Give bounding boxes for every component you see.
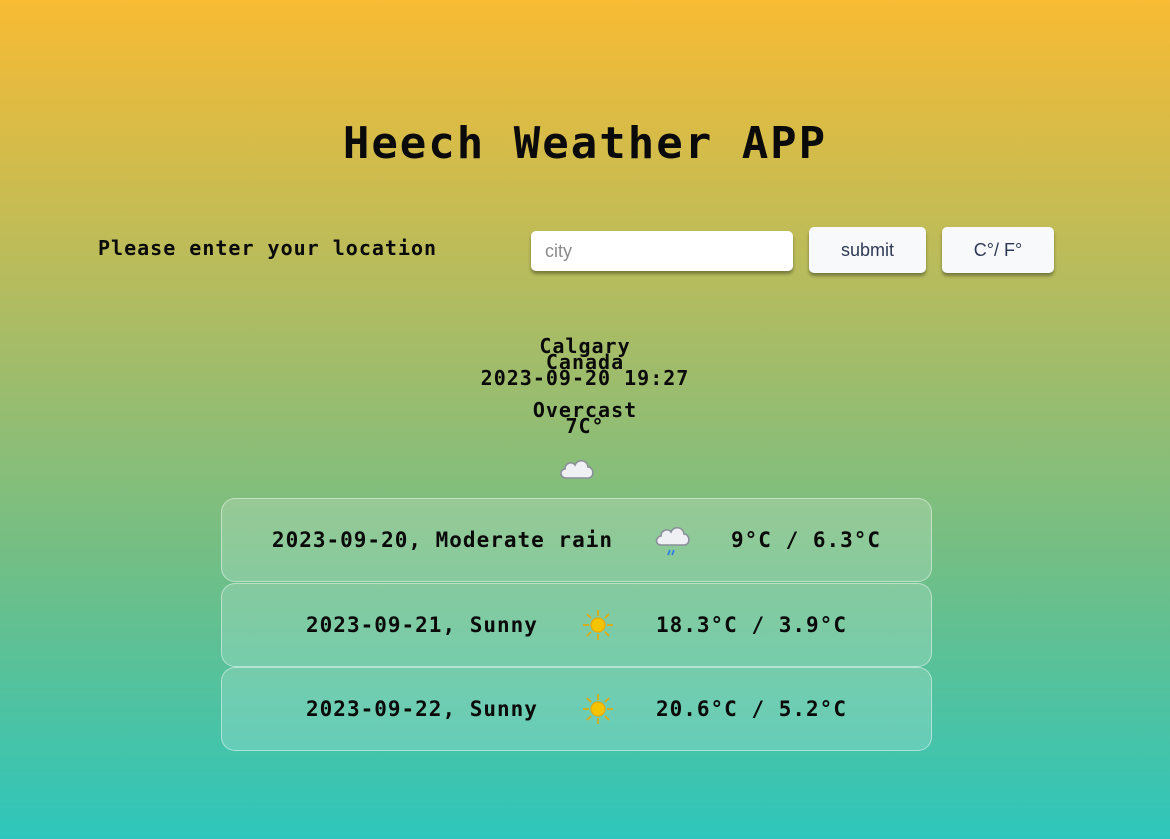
city-input[interactable] xyxy=(531,231,793,271)
forecast-summary: 2023-09-20, Moderate rain xyxy=(271,528,613,552)
rain-cloud-icon xyxy=(655,526,690,556)
forecast-row: 2023-09-20, Moderate rain 9°C / 6.3°C xyxy=(221,498,932,582)
location-label: Please enter your location xyxy=(98,236,438,260)
forecast-row: 2023-09-22, Sunny 20.6°C / 5.2°C xyxy=(221,667,932,751)
forecast-temps: 9°C / 6.3°C xyxy=(731,528,882,552)
app-title: Heech Weather APP xyxy=(342,118,828,169)
unit-toggle-button[interactable]: C°/ F° xyxy=(942,227,1054,273)
forecast-row: 2023-09-21, Sunny 18.3°C / 3.9°C xyxy=(221,583,932,667)
forecast-summary: 2023-09-21, Sunny xyxy=(306,613,538,637)
current-local-time: 2023-09-20 19:27 xyxy=(480,366,690,390)
forecast-temps: 18.3°C / 3.9°C xyxy=(655,613,847,637)
forecast-summary: 2023-09-22, Sunny xyxy=(306,697,538,721)
sun-icon xyxy=(582,610,613,640)
current-temperature: 7C° xyxy=(565,414,605,438)
sun-icon xyxy=(582,694,613,724)
submit-button[interactable]: submit xyxy=(809,227,926,273)
forecast-temps: 20.6°C / 5.2°C xyxy=(655,697,847,721)
cloud-icon xyxy=(560,459,594,479)
